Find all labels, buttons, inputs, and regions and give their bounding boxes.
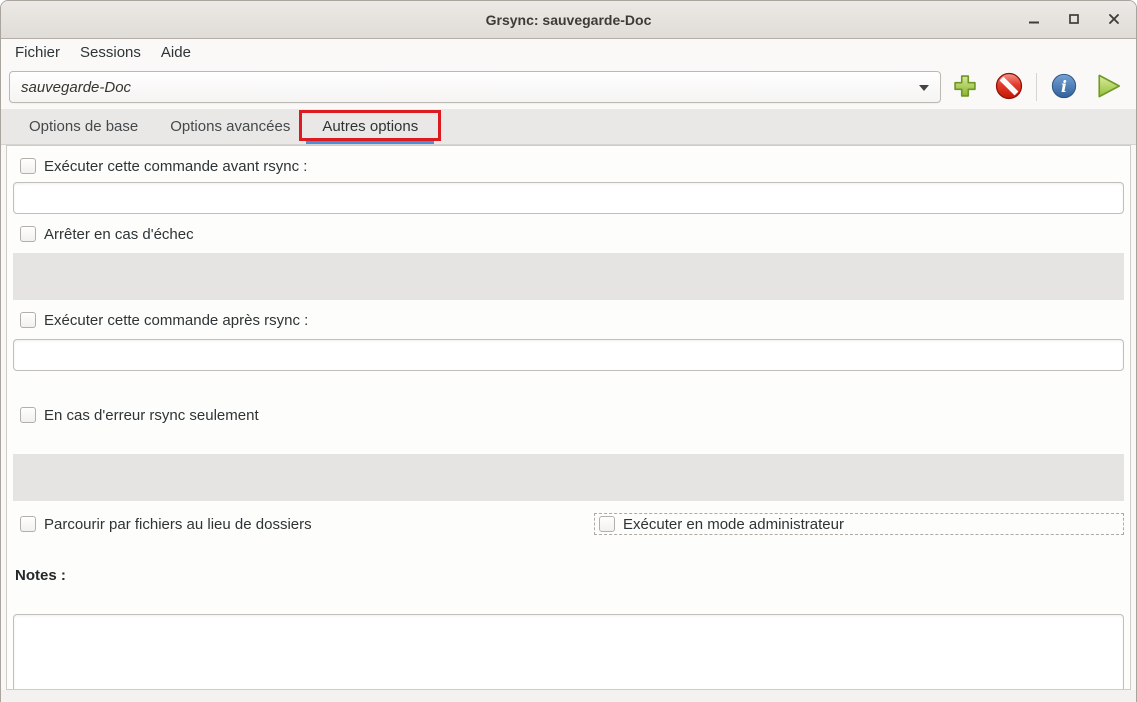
session-combobox-value: sauvegarde-Doc [21, 79, 131, 96]
browse-files-label: Parcourir par fichiers au lieu de dossie… [44, 516, 312, 533]
session-combobox[interactable]: sauvegarde-Doc [9, 71, 941, 103]
exec-after-label: Exécuter cette commande après rsync : [44, 312, 308, 329]
browse-files-row: Parcourir par fichiers au lieu de dossie… [20, 515, 594, 533]
on-error-only-label: En cas d'erreur rsync seulement [44, 407, 259, 424]
notes-label: Notes : [15, 567, 1124, 584]
on-error-only-checkbox[interactable] [20, 407, 36, 423]
close-button[interactable] [1102, 8, 1126, 32]
exec-before-input[interactable] [13, 182, 1124, 214]
info-icon: i [1050, 72, 1078, 103]
tabbar: Options de base Options avancées Autres … [1, 109, 1136, 145]
add-session-button[interactable] [945, 68, 985, 106]
exec-after-row: Exécuter cette commande après rsync : [20, 311, 1124, 329]
rsync-info-button[interactable]: i [1044, 68, 1084, 106]
toolbar: sauvegarde-Doc [1, 65, 1136, 109]
menubar: Fichier Sessions Aide [1, 39, 1136, 65]
window-title: Grsync: sauvegarde-Doc [1, 12, 1136, 28]
superuser-label: Exécuter en mode administrateur [623, 516, 844, 533]
on-error-only-row: En cas d'erreur rsync seulement [20, 406, 1124, 424]
superuser-row: Exécuter en mode administrateur [599, 515, 844, 533]
svg-text:i: i [1061, 77, 1067, 96]
menu-aide[interactable]: Aide [151, 41, 201, 64]
plus-icon [951, 72, 979, 103]
grsync-window: Grsync: sauvegarde-Doc Fichier Sessions [0, 0, 1137, 702]
browse-files-section: Parcourir par fichiers au lieu de dossie… [13, 515, 594, 533]
minimize-icon [1028, 12, 1040, 29]
window-bottom-strip [1, 690, 1136, 702]
stop-on-failure-disabled-field [13, 253, 1124, 300]
window-controls [1022, 1, 1126, 39]
options-split-row: Parcourir par fichiers au lieu de dossie… [13, 513, 1124, 535]
play-icon [1093, 71, 1123, 104]
chevron-down-icon [919, 85, 929, 91]
run-button[interactable] [1088, 68, 1128, 106]
maximize-icon [1068, 12, 1080, 29]
tab-autres-options-label: Autres options [322, 118, 418, 135]
exec-before-label: Exécuter cette commande avant rsync : [44, 158, 307, 175]
superuser-section: Exécuter en mode administrateur [594, 513, 1124, 535]
exec-after-input[interactable] [13, 339, 1124, 371]
on-error-only-disabled-field [13, 454, 1124, 501]
tab-autres-options[interactable]: Autres options [306, 109, 434, 144]
exec-before-row: Exécuter cette commande avant rsync : [20, 157, 1124, 175]
toolbar-separator [1036, 73, 1037, 101]
delete-session-button[interactable] [989, 68, 1029, 106]
exec-before-checkbox[interactable] [20, 158, 36, 174]
exec-after-checkbox[interactable] [20, 312, 36, 328]
tab-options-de-base[interactable]: Options de base [13, 109, 154, 144]
maximize-button[interactable] [1062, 8, 1086, 32]
close-icon [1108, 12, 1120, 29]
notes-textarea[interactable] [13, 614, 1124, 690]
superuser-checkbox[interactable] [599, 516, 615, 532]
browse-files-checkbox[interactable] [20, 516, 36, 532]
minimize-button[interactable] [1022, 8, 1046, 32]
menu-sessions[interactable]: Sessions [70, 41, 151, 64]
titlebar[interactable]: Grsync: sauvegarde-Doc [1, 1, 1136, 39]
stop-on-failure-row: Arrêter en cas d'échec [20, 225, 1124, 243]
stop-on-failure-label: Arrêter en cas d'échec [44, 226, 194, 243]
no-entry-icon [994, 71, 1024, 104]
stop-on-failure-checkbox[interactable] [20, 226, 36, 242]
tab-options-avancees[interactable]: Options avancées [154, 109, 306, 144]
autres-options-panel: Exécuter cette commande avant rsync : Ar… [6, 145, 1131, 690]
menu-fichier[interactable]: Fichier [5, 41, 70, 64]
